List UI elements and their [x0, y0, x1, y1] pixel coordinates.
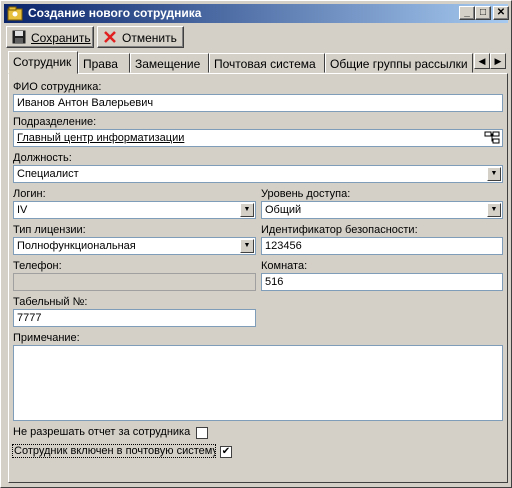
security-id-label: Идентификатор безопасности: — [261, 224, 418, 236]
chevron-down-icon[interactable]: ▼ — [487, 203, 501, 217]
mail-system-checkbox[interactable]: ✔ — [220, 446, 232, 458]
department-input[interactable]: Главный центр информатизации — [13, 129, 503, 147]
tab-scroll-right-button[interactable]: ▶ — [490, 53, 506, 69]
tree-picker-icon[interactable] — [484, 131, 500, 145]
department-value: Главный центр информатизации — [17, 132, 185, 144]
department-label: Подразделение: — [13, 116, 97, 128]
minimize-icon: _ — [464, 7, 470, 18]
minimize-button[interactable]: _ — [459, 6, 475, 20]
tab-strip: Сотрудник Права Замещение Почтовая систе… — [8, 51, 508, 74]
license-type-label: Тип лицензии: — [13, 224, 86, 236]
personnel-number-input[interactable]: 7777 — [13, 309, 256, 327]
close-button[interactable]: ✕ — [493, 6, 509, 20]
note-textarea[interactable] — [13, 345, 503, 421]
tab-mail-groups[interactable]: Общие группы рассылки — [325, 53, 473, 73]
arrow-right-icon: ▶ — [494, 56, 502, 66]
tab-employee[interactable]: Сотрудник — [8, 51, 78, 74]
floppy-disk-icon — [12, 30, 26, 44]
cancel-icon — [104, 31, 116, 43]
tab-substitution[interactable]: Замещение — [130, 53, 209, 73]
login-value: IV — [17, 204, 28, 216]
license-type-select[interactable]: Полнофункциональная ▼ — [13, 237, 256, 255]
login-select[interactable]: IV ▼ — [13, 201, 256, 219]
phone-label: Телефон: — [13, 260, 62, 272]
checkmark-icon: ✔ — [221, 446, 231, 457]
phone-input[interactable] — [13, 273, 256, 291]
toolbar: Сохранить Отменить — [6, 25, 506, 49]
employee-tab-panel: ФИО сотрудника: Иванов Антон Валерьевич … — [8, 73, 508, 483]
no-report-label: Не разрешать отчет за сотрудника — [13, 426, 191, 438]
chevron-down-icon[interactable]: ▼ — [240, 239, 254, 253]
maximize-icon: □ — [479, 7, 487, 18]
app-icon — [7, 6, 23, 21]
room-label: Комната: — [261, 260, 308, 272]
chevron-down-icon[interactable]: ▼ — [240, 203, 254, 217]
dialog-window: Создание нового сотрудника _ □ ✕ Сохрани… — [0, 0, 512, 488]
close-icon: ✕ — [496, 7, 506, 18]
cancel-button[interactable]: Отменить — [97, 26, 184, 48]
save-button[interactable]: Сохранить — [6, 26, 94, 48]
license-type-value: Полнофункциональная — [17, 240, 136, 252]
fio-input[interactable]: Иванов Антон Валерьевич — [13, 94, 503, 112]
tab-mail-system[interactable]: Почтовая система — [209, 53, 325, 73]
access-level-value: Общий — [265, 204, 302, 216]
cancel-label: Отменить — [122, 31, 177, 45]
chevron-down-icon[interactable]: ▼ — [487, 167, 501, 181]
note-label: Примечание: — [13, 332, 80, 344]
access-level-label: Уровень доступа: — [261, 188, 351, 200]
position-select[interactable]: Специалист ▼ — [13, 165, 503, 183]
security-id-input[interactable]: 123456 — [261, 237, 503, 255]
position-label: Должность: — [13, 152, 72, 164]
mail-system-label: Сотрудник включен в почтовую систему — [12, 444, 216, 458]
tab-rights[interactable]: Права — [78, 53, 130, 73]
title-bar[interactable]: Создание нового сотрудника _ □ ✕ — [4, 4, 509, 23]
save-label: Сохранить — [31, 31, 91, 45]
login-label: Логин: — [13, 188, 46, 200]
tab-scroll-left-button[interactable]: ◀ — [474, 53, 490, 69]
position-value: Специалист — [17, 168, 79, 180]
arrow-left-icon: ◀ — [478, 56, 486, 66]
window-title: Создание нового сотрудника — [28, 6, 202, 20]
access-level-select[interactable]: Общий ▼ — [261, 201, 503, 219]
maximize-button[interactable]: □ — [475, 6, 491, 20]
room-input[interactable]: 516 — [261, 273, 503, 291]
personnel-number-label: Табельный №: — [13, 296, 88, 308]
fio-label: ФИО сотрудника: — [13, 81, 102, 93]
no-report-checkbox[interactable] — [196, 427, 208, 439]
